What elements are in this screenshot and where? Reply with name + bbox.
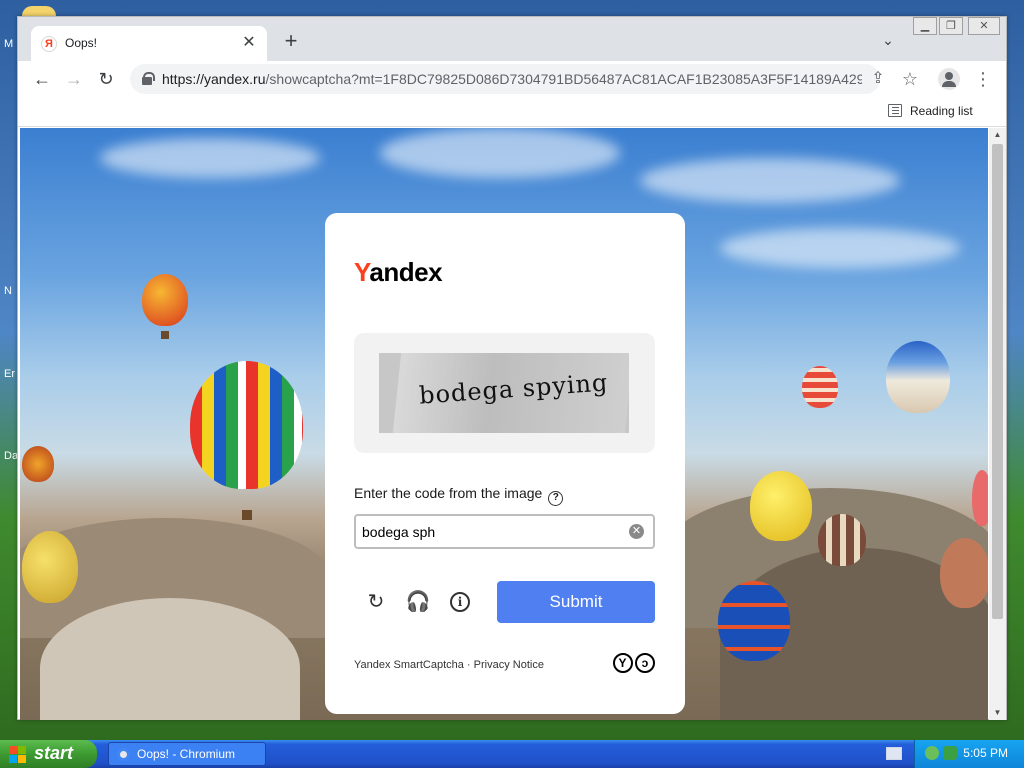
yandex-circle-y-icon: Y [612, 653, 633, 673]
captcha-input[interactable] [362, 522, 617, 542]
address-bar[interactable]: https://yandex.ru/showcaptcha?mt=1F8DC79… [130, 64, 880, 94]
captcha-card: Yandex bodega spying Enter the code from… [325, 213, 685, 714]
reading-list-button[interactable]: Reading list [888, 104, 973, 118]
profile-avatar-icon[interactable] [938, 68, 960, 90]
info-icon[interactable]: i [447, 589, 473, 615]
tab-close-icon[interactable]: ✕ [239, 33, 259, 53]
yandex-logo: Yandex [354, 257, 443, 287]
submit-button[interactable]: Submit [497, 581, 655, 623]
system-tray: 5:05 PM [914, 740, 1024, 768]
scroll-up-arrow-icon[interactable]: ▲ [989, 128, 1006, 142]
audio-headphones-icon[interactable]: 🎧 [405, 589, 431, 615]
bookmark-star-icon[interactable]: ☆ [898, 67, 922, 91]
desktop-icon-label-2[interactable]: N [4, 285, 12, 297]
smartcaptcha-link[interactable]: Yandex SmartCaptcha [354, 659, 464, 671]
captcha-footer: Yandex SmartCaptcha · Privacy Notice [354, 659, 544, 671]
reading-list-icon [888, 104, 902, 117]
url-host: https://yandex.ru [162, 71, 266, 87]
captcha-prompt-label: Enter the code from the image [354, 485, 543, 501]
captcha-image-container: bodega spying [354, 333, 655, 453]
restore-icon[interactable]: ❐ [939, 17, 963, 35]
bookmarks-bar: Reading list [18, 97, 1006, 127]
footer-separator: · [463, 659, 474, 671]
taskbar-chromium-button[interactable]: Oops! - Chromium [108, 742, 266, 766]
toolbar: ← → ↻ https://yandex.ru/showcaptcha?mt=1… [18, 61, 1006, 97]
tab-title: Oops! [65, 36, 98, 50]
windows-logo-icon [9, 746, 26, 763]
captcha-prompt: Enter the code from the image? [354, 485, 564, 506]
start-button[interactable]: start [0, 740, 97, 768]
keyboard-layout-icon[interactable] [886, 747, 902, 760]
menu-kebab-icon[interactable]: ⋮ [971, 67, 995, 91]
scroll-down-arrow-icon[interactable]: ▼ [989, 706, 1006, 720]
yandex-favicon-icon: Я [41, 36, 57, 52]
clock: 5:05 PM [963, 746, 1008, 760]
reading-list-label: Reading list [910, 104, 973, 118]
new-tab-plus-icon[interactable]: + [280, 30, 302, 52]
desktop-icon-label-3[interactable]: Er [4, 368, 15, 380]
desktop-icon-label-1[interactable]: M [4, 38, 13, 50]
captcha-image: bodega spying [379, 353, 629, 433]
url-text[interactable]: https://yandex.ru/showcaptcha?mt=1F8DC79… [162, 71, 862, 87]
smartcaptcha-circle-icon: ↄ [635, 653, 655, 673]
back-arrow-icon[interactable]: ← [30, 67, 54, 91]
reload-icon[interactable]: ↻ [94, 67, 118, 91]
desktop-icon-label-4[interactable]: Da [4, 450, 18, 462]
tab-oops[interactable]: Я Oops! ✕ [31, 26, 267, 61]
browser-window: Я Oops! ✕ + ⌄ ▁ ❐ ✕ ← → ↻ https://yandex… [17, 16, 1007, 720]
forward-arrow-icon[interactable]: → [62, 67, 86, 91]
network-icon[interactable] [943, 746, 957, 760]
share-icon[interactable]: ⇪ [866, 67, 890, 91]
refresh-captcha-icon[interactable]: ↻ [363, 589, 389, 615]
taskbar-chromium-label: Oops! - Chromium [137, 747, 236, 761]
clear-input-icon[interactable]: ✕ [629, 524, 644, 539]
lock-icon[interactable] [142, 72, 155, 85]
start-label: start [34, 743, 74, 763]
privacy-notice-link[interactable]: Privacy Notice [474, 659, 544, 671]
window-close-icon[interactable]: ✕ [968, 17, 1000, 35]
chromium-icon [117, 748, 130, 761]
scroll-thumb[interactable] [992, 144, 1003, 619]
help-question-icon[interactable]: ? [548, 491, 564, 506]
tab-search-chevron-icon[interactable]: ⌄ [878, 32, 898, 52]
url-path: /showcaptcha?mt=1F8DC79825D086D7304791BD… [265, 71, 862, 87]
page-viewport: Yandex bodega spying Enter the code from… [20, 128, 988, 720]
captcha-input-field[interactable]: ✕ [354, 514, 655, 549]
security-shield-icon[interactable] [925, 746, 939, 760]
taskbar: start Oops! - Chromium 5:05 PM [0, 740, 1024, 768]
tab-strip: Я Oops! ✕ + ⌄ ▁ ❐ ✕ [18, 17, 1006, 61]
page-scrollbar[interactable]: ▲ ▼ [989, 128, 1006, 720]
minimize-icon[interactable]: ▁ [913, 17, 937, 35]
smartcaptcha-logo: Y ↄ [612, 653, 655, 673]
